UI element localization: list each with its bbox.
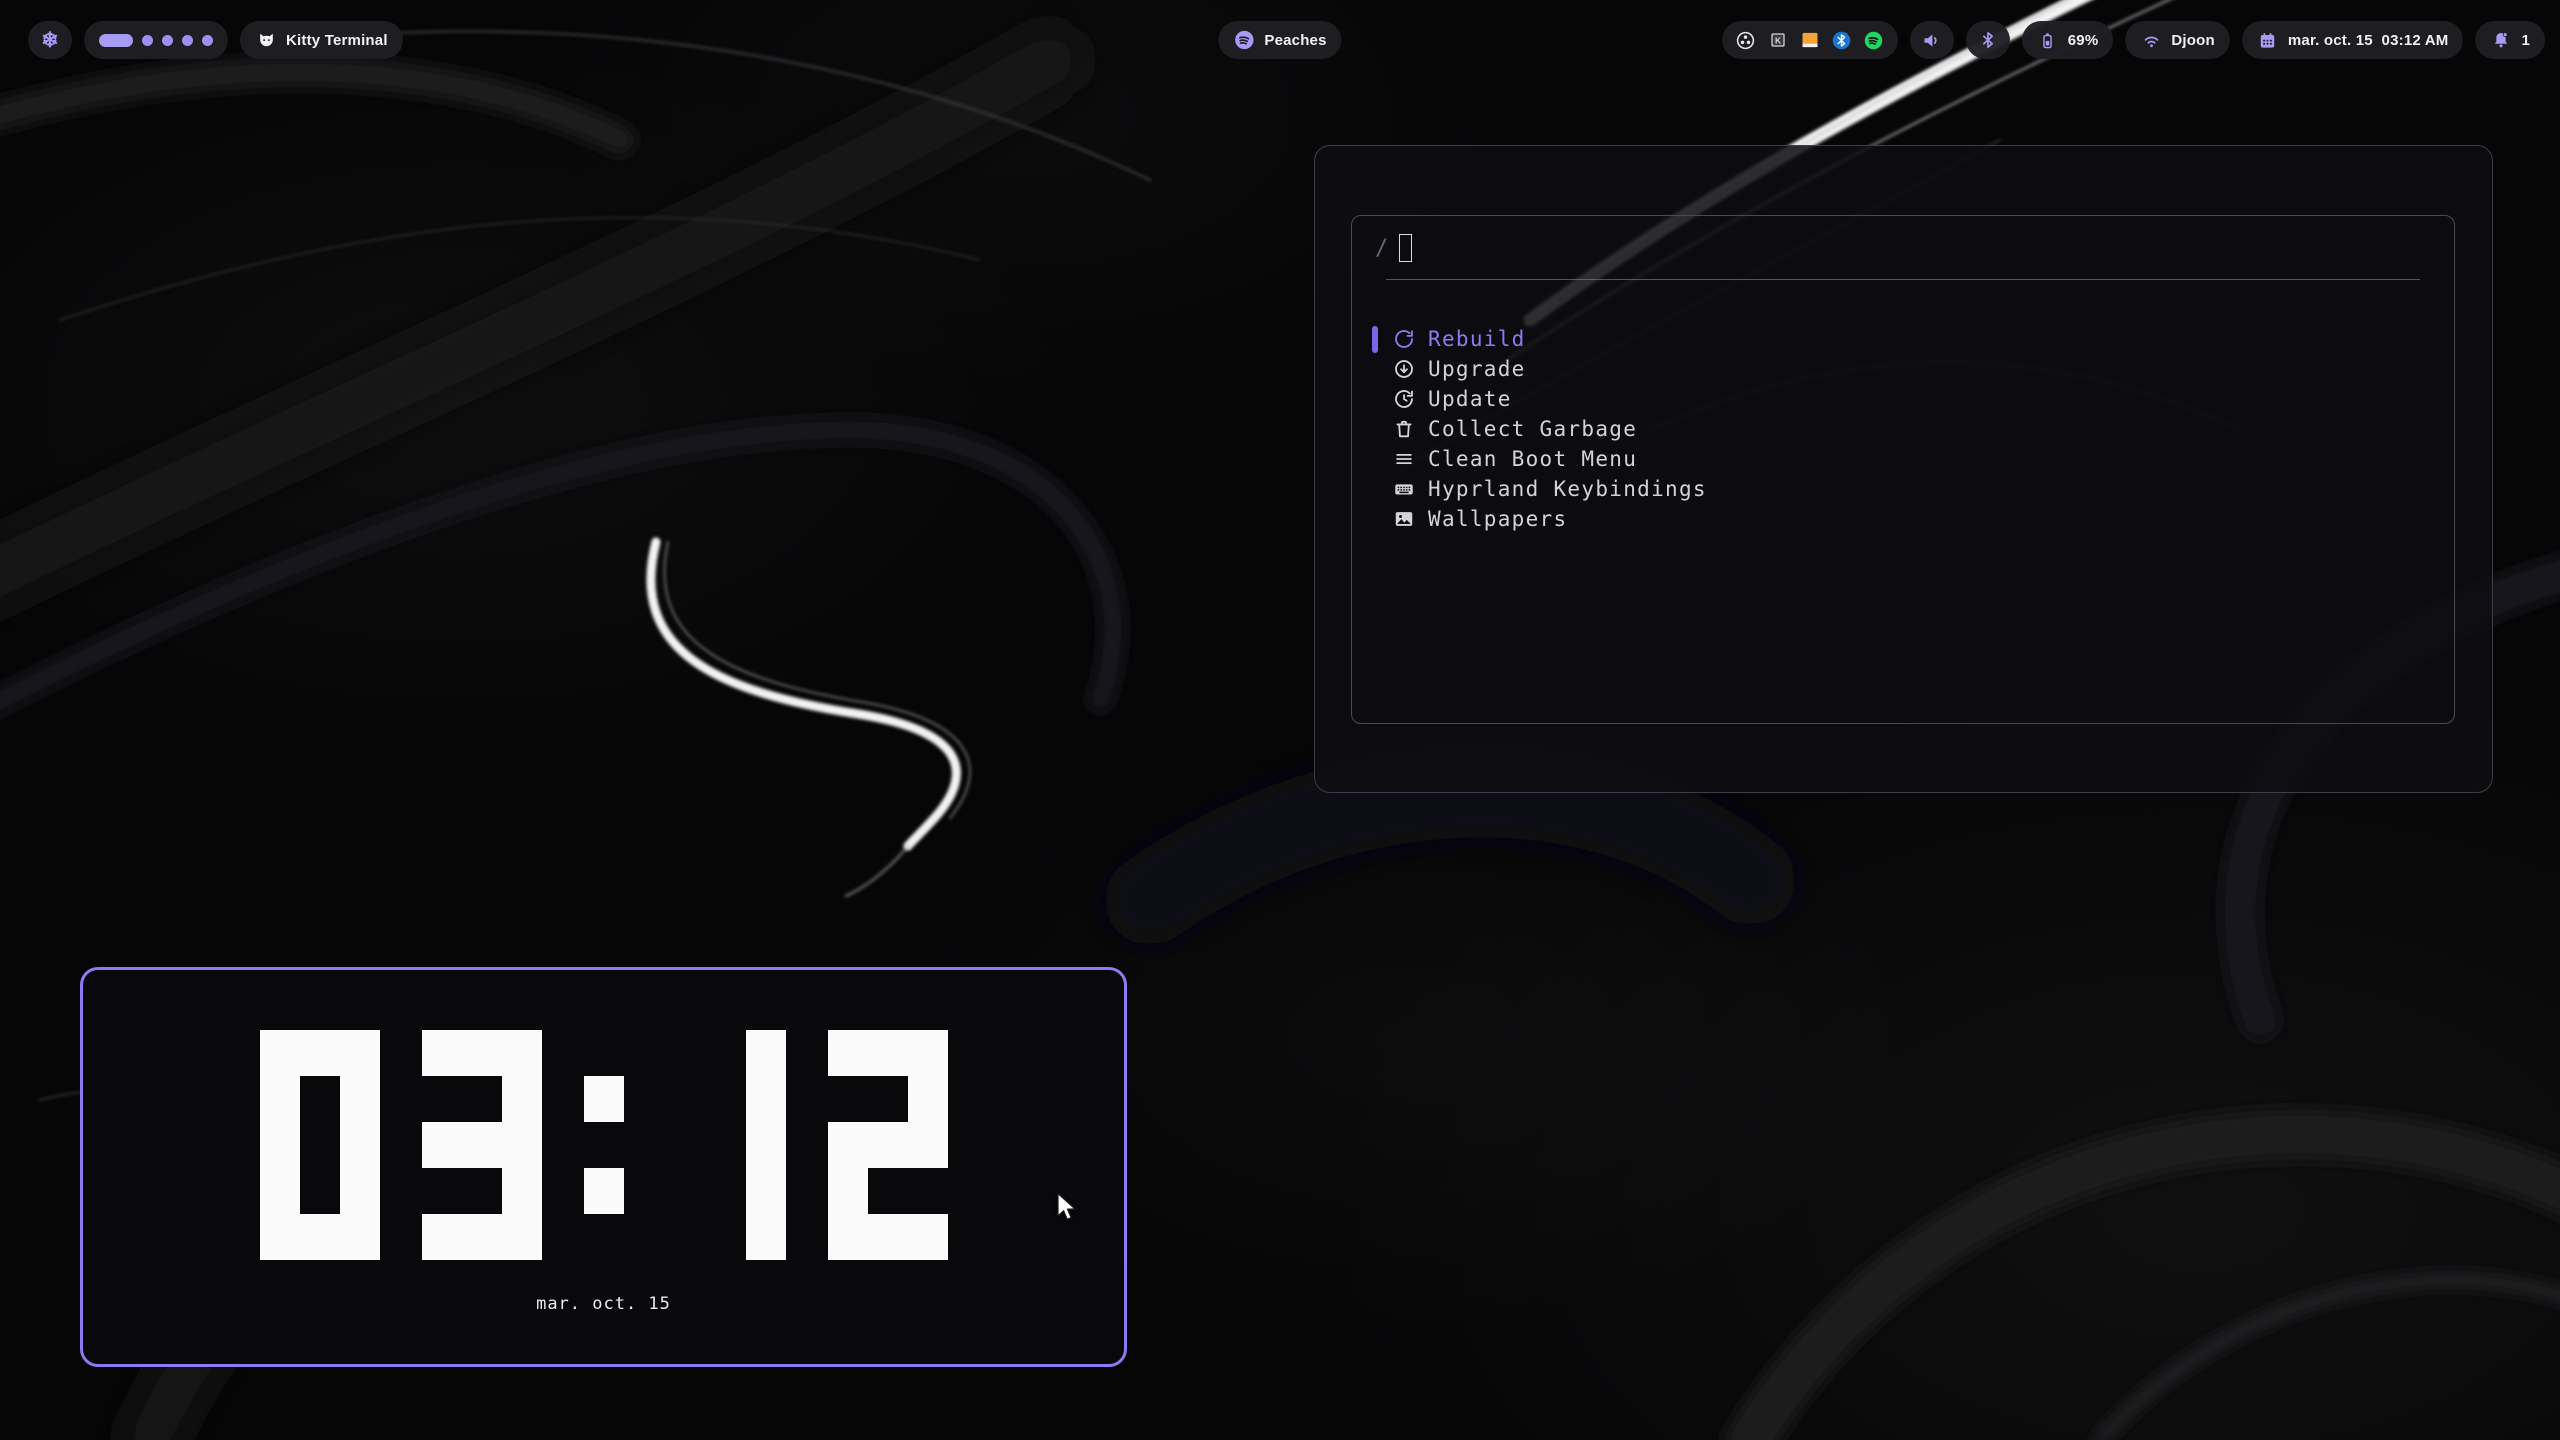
launcher-item-collect-garbage[interactable]: Collect Garbage (1372, 414, 2454, 444)
launcher-item-label: Wallpapers (1428, 507, 1567, 531)
rebuild-icon (1393, 328, 1415, 350)
launcher-item-label: Collect Garbage (1428, 417, 1637, 441)
launcher-item-label: Update (1428, 387, 1512, 411)
launcher-item-list: Rebuild Upgrade Update Collect Garbage Clean… (1352, 324, 2454, 534)
workspaces-indicator[interactable] (84, 21, 228, 59)
launcher-item-upgrade[interactable]: Upgrade (1372, 354, 2454, 384)
topbar-left-cluster: ❄ Kitty Terminal (28, 21, 403, 59)
selection-bar (1372, 506, 1378, 533)
notification-count: 1 (2521, 32, 2530, 49)
text-cursor (1399, 234, 1412, 262)
launcher-item-update[interactable]: Update (1372, 384, 2454, 414)
keepassxc-tray-icon[interactable]: K (1767, 29, 1789, 51)
calendar-icon (2257, 29, 2279, 51)
battery-icon (2037, 29, 2059, 51)
bluetooth-button[interactable] (1966, 21, 2010, 59)
image-icon (1393, 508, 1415, 530)
speaker-icon (1921, 29, 1943, 51)
svg-text:K: K (1775, 36, 1781, 45)
topbar-right-cluster: K 69% Djoon mar. oct. 15 03:12 AM 1 (1722, 21, 2545, 59)
clock-widget: mar. oct. 15 (80, 967, 1127, 1367)
clock-time-display (83, 1030, 1124, 1260)
selection-bar (1372, 326, 1378, 353)
network-name: Djoon (2171, 32, 2215, 49)
bluetooth-tray-icon[interactable] (1831, 29, 1853, 51)
launcher-item-label: Hyprland Keybindings (1428, 477, 1707, 501)
bell-icon (2490, 29, 2512, 51)
selection-bar (1372, 446, 1378, 473)
spotify-tray-icon[interactable] (1863, 29, 1885, 51)
launcher-search-input[interactable]: / (1352, 216, 2454, 263)
upgrade-icon (1393, 358, 1415, 380)
active-window-title: Kitty Terminal (286, 32, 388, 49)
datetime-label: mar. oct. 15 03:12 AM (2288, 32, 2449, 49)
selection-bar (1372, 386, 1378, 413)
launcher-inner-box: / Rebuild Upgrade Update Collect Garbage Cle… (1351, 215, 2455, 724)
workspace-4[interactable] (182, 35, 193, 46)
topbar-center-cluster: Peaches (1218, 21, 1341, 59)
obs-tray-icon[interactable] (1735, 29, 1757, 51)
launcher-item-rebuild[interactable]: Rebuild (1372, 324, 2454, 354)
spotify-icon (1233, 29, 1255, 51)
launcher-item-wallpapers[interactable]: Wallpapers (1372, 504, 2454, 534)
list-icon (1393, 448, 1415, 470)
workspace-1-active[interactable] (99, 34, 133, 47)
prompt-character: / (1375, 236, 1388, 261)
datetime-pill[interactable]: mar. oct. 15 03:12 AM (2242, 21, 2464, 59)
search-separator (1386, 279, 2420, 280)
workspace-3[interactable] (162, 35, 173, 46)
clock-digit-1 (666, 1030, 786, 1260)
selection-bar (1372, 416, 1378, 443)
now-playing-pill[interactable]: Peaches (1218, 21, 1341, 59)
keyboard-icon (1393, 478, 1415, 500)
mouse-cursor (1056, 1192, 1082, 1222)
selection-bar (1372, 476, 1378, 503)
active-window-pill[interactable]: Kitty Terminal (240, 21, 403, 59)
kitty-cat-icon (255, 29, 277, 51)
clock-digit-0 (260, 1030, 380, 1260)
launcher-item-label: Upgrade (1428, 357, 1526, 381)
bluetooth-icon (1977, 29, 1999, 51)
notifications-pill[interactable]: 1 (2475, 21, 2545, 59)
launcher-item-label: Clean Boot Menu (1428, 447, 1637, 471)
clock-digit-2 (828, 1030, 948, 1260)
update-icon (1393, 388, 1415, 410)
top-bar: ❄ Kitty Terminal Peaches K 69% Djoon (0, 21, 2560, 59)
nix-launcher-button[interactable]: ❄ (28, 21, 72, 59)
now-playing-title: Peaches (1264, 32, 1326, 49)
system-tray: K (1722, 21, 1898, 59)
nix-snowflake-icon: ❄ (41, 30, 59, 51)
battery-pill[interactable]: 69% (2022, 21, 2114, 59)
trash-icon (1393, 418, 1415, 440)
launcher-item-clean-boot-menu[interactable]: Clean Boot Menu (1372, 444, 2454, 474)
workspace-5[interactable] (202, 35, 213, 46)
clock-colon (584, 1030, 624, 1260)
selection-bar (1372, 356, 1378, 383)
clock-date: mar. oct. 15 (83, 1294, 1124, 1314)
wifi-icon (2140, 29, 2162, 51)
launcher-panel: / Rebuild Upgrade Update Collect Garbage Cle… (1314, 145, 2493, 793)
battery-percent: 69% (2068, 32, 2099, 49)
volume-button[interactable] (1910, 21, 1954, 59)
workspace-2[interactable] (142, 35, 153, 46)
files-tray-icon[interactable] (1799, 29, 1821, 51)
clock-digit-3 (422, 1030, 542, 1260)
launcher-item-label: Rebuild (1428, 327, 1526, 351)
network-pill[interactable]: Djoon (2125, 21, 2230, 59)
launcher-item-hyprland-keybindings[interactable]: Hyprland Keybindings (1372, 474, 2454, 504)
